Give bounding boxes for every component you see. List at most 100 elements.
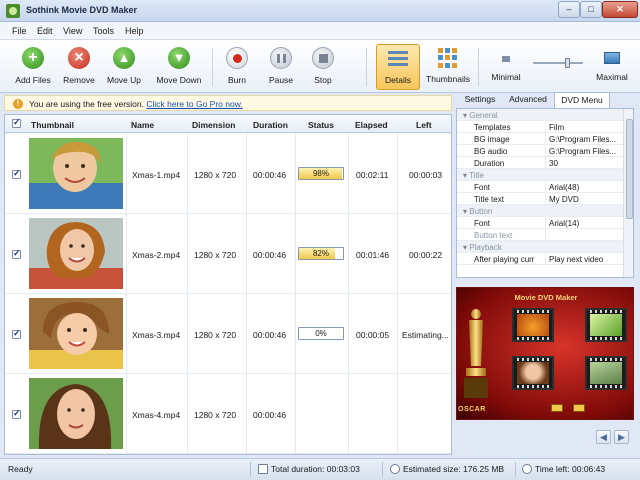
menu-bar: File Edit View Tools Help	[0, 22, 640, 40]
menu-tools[interactable]: Tools	[93, 26, 114, 36]
property-row[interactable]: BG audio G:\Program Files...	[457, 145, 623, 157]
thumbnails-icon	[438, 48, 458, 68]
preview-back-button[interactable]: ◀	[596, 430, 611, 444]
category-playback[interactable]: Playback	[457, 241, 623, 253]
property-row[interactable]: After playing curr Play next video	[457, 253, 623, 265]
category-general[interactable]: General	[457, 109, 623, 121]
disc-icon	[390, 464, 400, 474]
maximal-size-button[interactable]: Maximal	[590, 44, 634, 90]
video-thumbnail	[29, 218, 123, 289]
menu-view[interactable]: View	[63, 26, 82, 36]
property-row[interactable]: Templates Film	[457, 121, 623, 133]
minimal-size-button[interactable]: Minimal	[484, 44, 528, 90]
thumbnails-view-button[interactable]: Thumbnails	[424, 44, 472, 90]
menu-help[interactable]: Help	[125, 26, 144, 36]
window-title: Sothink Movie DVD Maker	[26, 5, 138, 15]
title-bar: Sothink Movie DVD Maker – □ ✕	[0, 0, 640, 22]
video-thumbnail	[29, 378, 123, 449]
menu-thumb-4[interactable]	[585, 356, 627, 390]
settings-tabs: Settings Advanced DVD Menu	[456, 92, 636, 108]
menu-thumb-3[interactable]	[512, 356, 554, 390]
oscar-statue-icon	[464, 309, 488, 398]
menu-edit[interactable]: Edit	[37, 26, 53, 36]
maximize-button[interactable]: □	[580, 1, 602, 18]
category-title[interactable]: Title	[457, 169, 623, 181]
table-row[interactable]: Xmas-4.mp4 1280 x 720 00:00:46	[5, 374, 451, 454]
toolbar-separator	[366, 48, 367, 86]
property-row[interactable]: Duration 30	[457, 157, 623, 169]
menu-prev-button[interactable]	[551, 404, 563, 412]
preview-forward-button[interactable]: ▶	[614, 430, 629, 444]
remove-icon: ×	[68, 47, 90, 69]
arrow-up-icon: ▲	[113, 47, 135, 69]
video-thumbnail	[29, 298, 123, 369]
menu-file[interactable]: File	[12, 26, 27, 36]
details-icon	[388, 49, 408, 69]
tab-settings[interactable]: Settings	[458, 92, 502, 108]
row-checkbox[interactable]	[12, 328, 21, 339]
menu-thumb-2[interactable]	[585, 308, 627, 342]
select-all-checkbox[interactable]	[12, 117, 21, 128]
burn-button[interactable]: Burn	[220, 44, 254, 90]
property-row[interactable]: Button text	[457, 229, 623, 241]
file-list: Thumbnail Name Dimension Duration Status…	[4, 114, 452, 455]
close-button[interactable]: ✕	[602, 1, 638, 18]
scrollbar-thumb[interactable]	[626, 119, 633, 219]
col-left[interactable]: Left	[416, 120, 432, 130]
slider-thumb[interactable]	[564, 58, 570, 68]
toolbar: + Add Files × Remove ▲ Move Up ▼ Move Do…	[0, 40, 640, 93]
add-icon: +	[22, 47, 44, 69]
tab-advanced[interactable]: Advanced	[504, 92, 552, 108]
free-version-notice: ! You are using the free version. Click …	[4, 95, 452, 111]
large-thumb-icon	[604, 52, 620, 64]
add-files-button[interactable]: + Add Files	[12, 44, 54, 90]
arrow-down-icon: ▼	[168, 47, 190, 69]
burn-icon	[226, 47, 248, 69]
video-thumbnail	[29, 138, 123, 209]
col-dimension[interactable]: Dimension	[192, 120, 235, 130]
stop-icon	[312, 47, 334, 69]
pause-icon	[270, 47, 292, 69]
remove-button[interactable]: × Remove	[60, 44, 98, 90]
category-button[interactable]: Button	[457, 205, 623, 217]
row-checkbox[interactable]	[12, 168, 21, 179]
menu-thumb-1[interactable]	[512, 308, 554, 342]
col-thumbnail[interactable]: Thumbnail	[31, 120, 74, 130]
status-estimated-size: Estimated size: 176.25 MB	[403, 464, 505, 474]
small-thumb-icon	[502, 56, 510, 62]
property-row[interactable]: Font Arial(14)	[457, 217, 623, 229]
col-elapsed[interactable]: Elapsed	[355, 120, 388, 130]
property-scrollbar[interactable]	[623, 109, 633, 277]
move-down-button[interactable]: ▼ Move Down	[153, 44, 205, 90]
status-bar: Ready Total duration: 00:03:03 Estimated…	[0, 458, 640, 480]
row-checkbox[interactable]	[12, 248, 21, 259]
row-checkbox[interactable]	[12, 408, 21, 419]
tab-dvd-menu[interactable]: DVD Menu	[554, 92, 610, 108]
toolbar-separator	[478, 48, 479, 86]
details-view-button[interactable]: Details	[376, 44, 420, 90]
minimize-button[interactable]: –	[558, 1, 580, 18]
thumbnail-size-slider[interactable]	[533, 62, 583, 64]
table-row[interactable]: Xmas-2.mp4 1280 x 720 00:00:46 82% 00:01…	[5, 214, 451, 294]
grid-header: Thumbnail Name Dimension Duration Status…	[5, 115, 451, 133]
col-duration[interactable]: Duration	[253, 120, 288, 130]
col-status[interactable]: Status	[308, 120, 334, 130]
move-up-button[interactable]: ▲ Move Up	[104, 44, 144, 90]
progress-bar: 82%	[298, 247, 344, 260]
property-row[interactable]: Font Arial(48)	[457, 181, 623, 193]
menu-next-button[interactable]	[573, 404, 585, 412]
info-icon: !	[13, 99, 23, 109]
go-pro-link[interactable]: Click here to Go Pro now.	[146, 99, 242, 109]
progress-bar: 0%	[298, 327, 344, 340]
table-row[interactable]: Xmas-3.mp4 1280 x 720 00:00:46 0% 00:00:…	[5, 294, 451, 374]
col-name[interactable]: Name	[131, 120, 154, 130]
table-row[interactable]: Xmas-1.mp4 1280 x 720 00:00:46 98% 00:02…	[5, 134, 451, 214]
progress-bar: 98%	[298, 167, 344, 180]
clock-icon	[522, 464, 532, 474]
property-row[interactable]: BG image G:\Program Files...	[457, 133, 623, 145]
property-row[interactable]: Title text My DVD	[457, 193, 623, 205]
stop-button[interactable]: Stop	[306, 44, 340, 90]
film-icon	[258, 464, 268, 474]
property-grid: General TemplatesFilm BG imageG:\Program…	[456, 108, 634, 278]
pause-button[interactable]: Pause	[264, 44, 298, 90]
